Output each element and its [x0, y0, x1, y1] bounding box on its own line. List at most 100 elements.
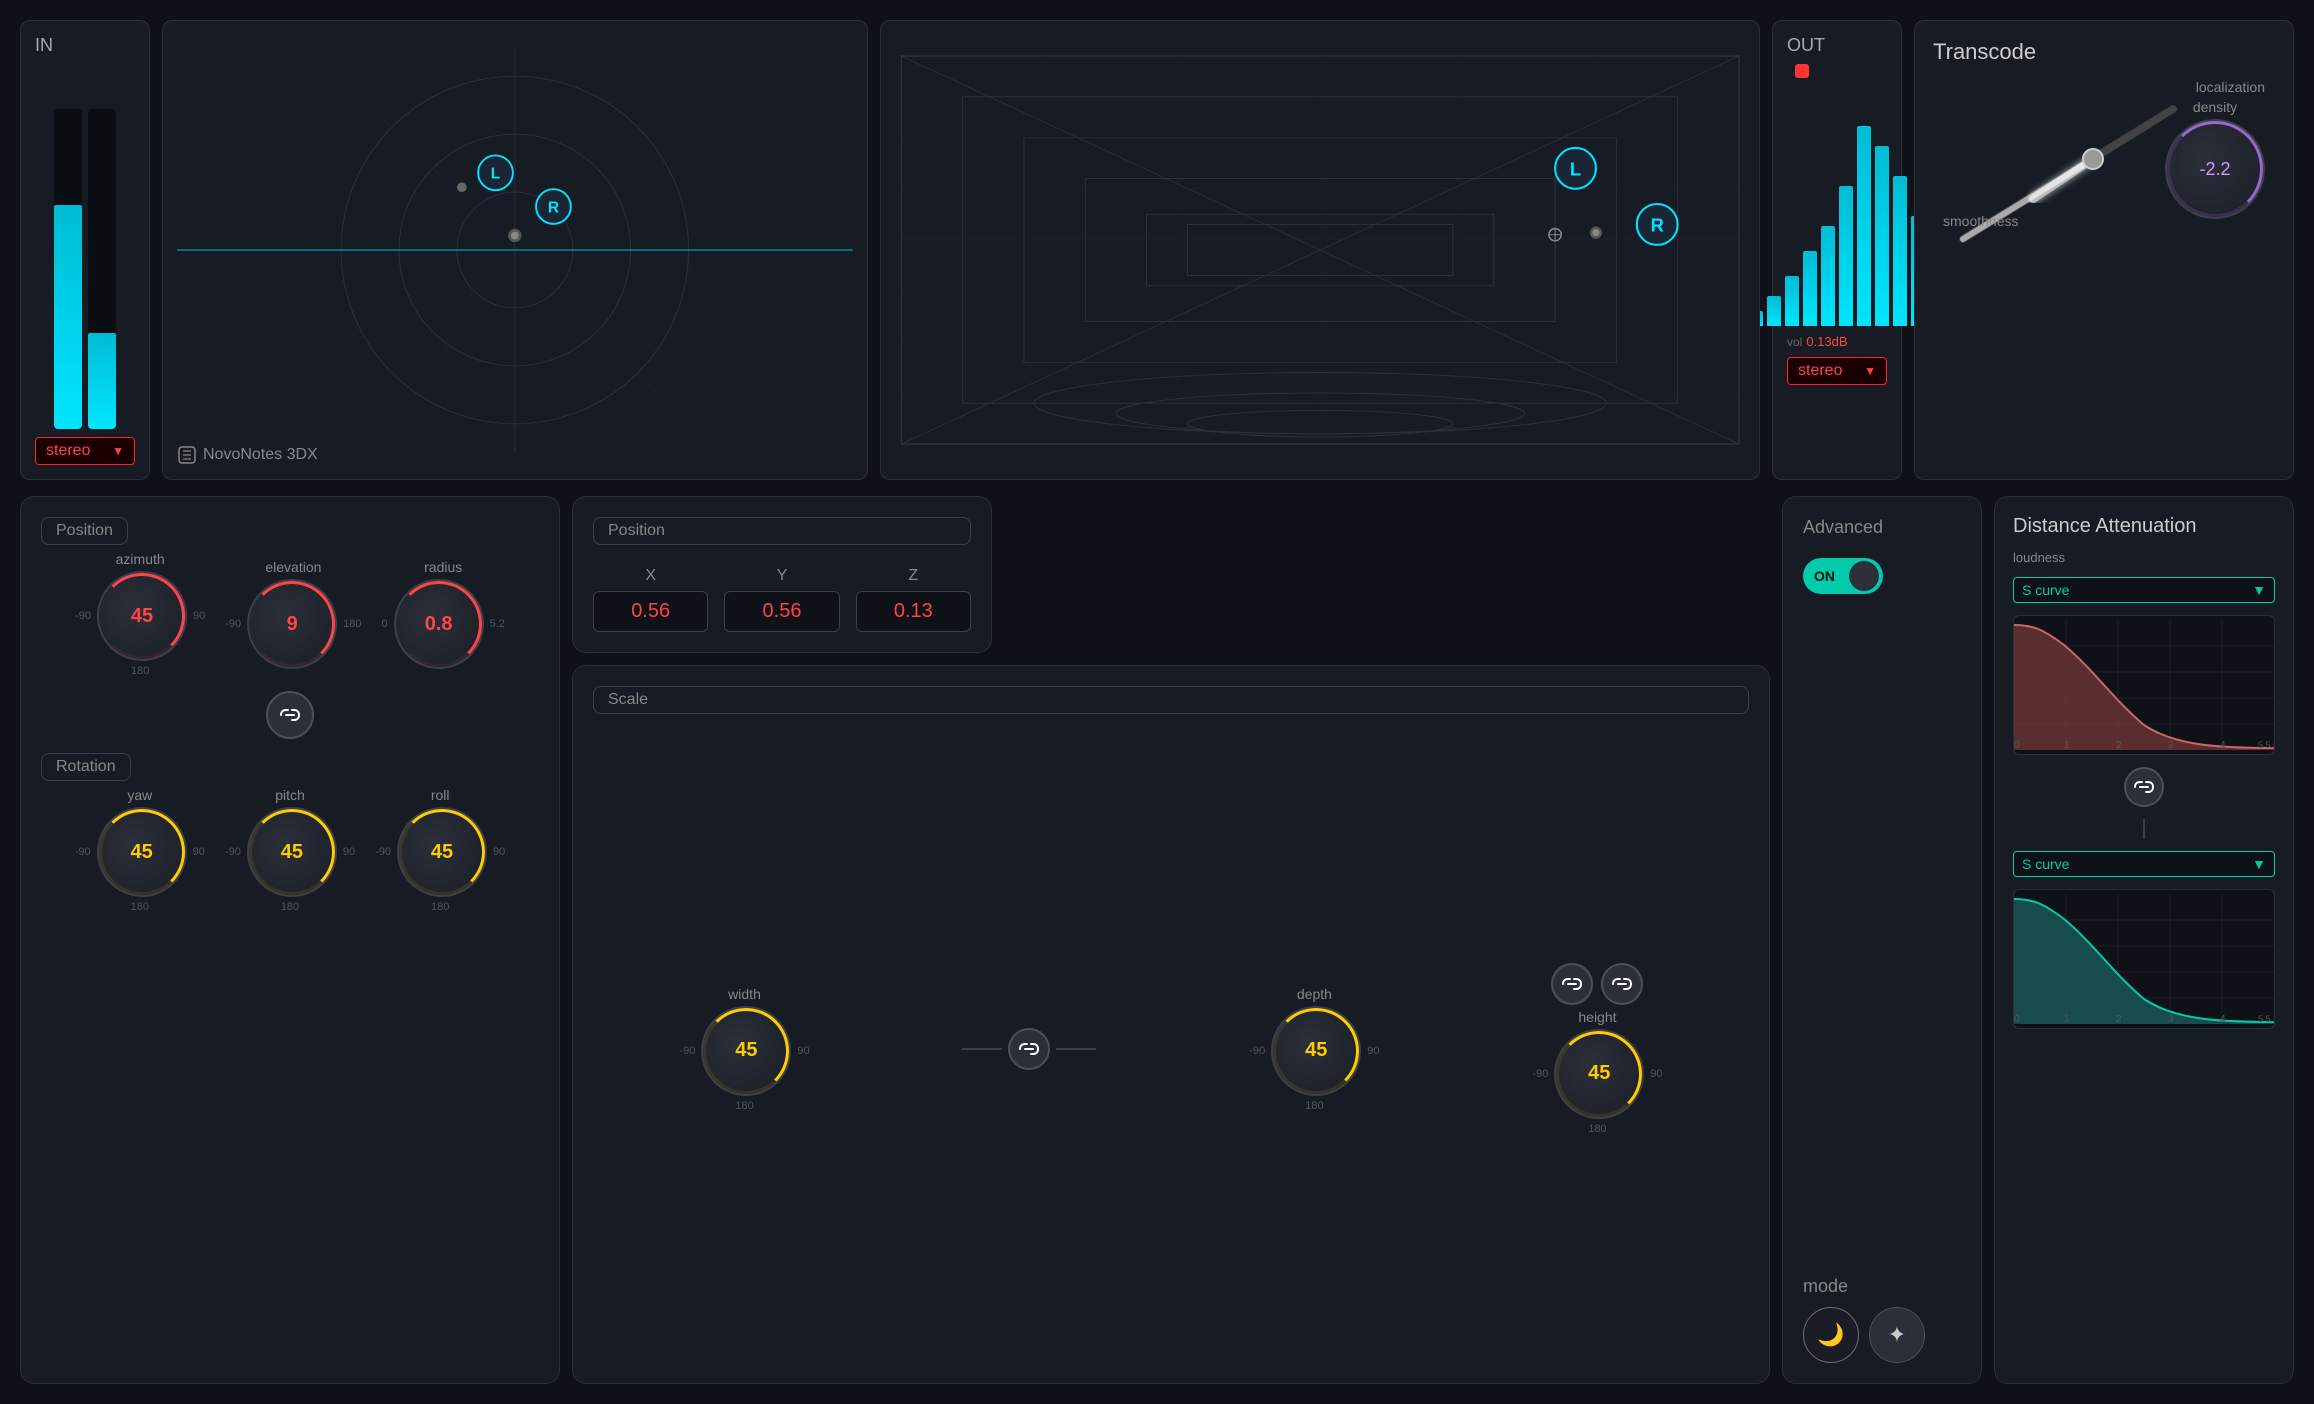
top-curve-dropdown[interactable]: S curve ▼ — [2013, 577, 2275, 603]
out-bar-3 — [1785, 276, 1799, 326]
main-container: IN stereo ▼ — [0, 0, 2314, 1404]
width-depth-link — [962, 1028, 1096, 1070]
link-button-area — [41, 691, 539, 739]
azimuth-knob[interactable]: 45 — [97, 571, 187, 661]
link-button[interactable] — [266, 691, 314, 739]
z-input[interactable]: 0.13 — [856, 591, 971, 632]
charts-link-button[interactable] — [2124, 767, 2164, 807]
width-ring — [703, 1008, 789, 1094]
svg-text:2: 2 — [2116, 1014, 2122, 1025]
svg-text:2: 2 — [2116, 740, 2122, 751]
rotation-section-label: Rotation — [41, 753, 131, 781]
azimuth-group: azimuth -90 45 90 180 — [75, 551, 205, 677]
height-bottom: 180 — [1588, 1123, 1606, 1135]
top-chart-area: 0 1 2 3 4 5 5.2 — [2013, 615, 2275, 755]
width-knob[interactable]: 45 — [701, 1006, 791, 1096]
elevation-ring — [249, 581, 335, 667]
x-field-group: X 0.56 — [593, 567, 708, 632]
y-field-group: Y 0.56 — [724, 567, 839, 632]
pitch-knob-area: -90 45 90 — [225, 807, 355, 897]
smoothness-label: smoothness — [1943, 213, 2018, 229]
width-group: width -90 45 90 180 — [679, 986, 809, 1112]
input-bar-left-fill — [54, 205, 82, 429]
top-curve-label: S curve — [2022, 582, 2069, 598]
svg-text:3: 3 — [2168, 1014, 2174, 1025]
output-format-dropdown[interactable]: stereo ▼ — [1787, 357, 1887, 385]
bottom-curve-dropdown[interactable]: S curve ▼ — [2013, 851, 2275, 877]
yaw-knob-area: -90 45 90 — [75, 807, 205, 897]
xyz-position-panel: Position X 0.56 Y 0.56 — [572, 496, 992, 653]
depth-bottom: 180 — [1305, 1100, 1323, 1112]
pitch-bottom: 180 — [281, 901, 299, 913]
out-bar-7 — [1857, 126, 1871, 326]
x-input[interactable]: 0.56 — [593, 591, 708, 632]
pitch-label: pitch — [275, 787, 305, 803]
azimuth-max: 90 — [193, 610, 205, 622]
input-bar-right-fill — [88, 333, 116, 429]
mode-title: mode — [1803, 1276, 1848, 1296]
loudness-label: loudness — [2013, 550, 2065, 565]
toggle-on-label: ON — [1814, 568, 1835, 584]
height-knob[interactable]: 45 — [1554, 1029, 1644, 1119]
link-line-left — [962, 1048, 1002, 1050]
depth-knob[interactable]: 45 — [1271, 1006, 1361, 1096]
x-label: X — [645, 567, 656, 585]
position-section-label: Position — [41, 517, 128, 545]
output-label: OUT — [1787, 35, 1825, 56]
input-format-label: stereo — [46, 442, 90, 460]
position-knobs-row: azimuth -90 45 90 180 elev — [41, 551, 539, 677]
input-meter-panel: IN stereo ▼ — [20, 20, 150, 480]
mode-buttons: 🌙 ✦ — [1803, 1307, 1961, 1363]
density-knob[interactable]: -2.2 — [2165, 119, 2265, 219]
perspective-svg: L R — [881, 21, 1759, 479]
yaw-bottom: 180 — [131, 901, 149, 913]
depth-label: depth — [1297, 986, 1332, 1002]
input-format-dropdown[interactable]: stereo ▼ — [35, 437, 135, 465]
output-bars-container — [1745, 86, 1929, 326]
pitch-knob[interactable]: 45 — [247, 807, 337, 897]
input-label: IN — [35, 35, 53, 56]
advanced-toggle[interactable]: ON — [1803, 558, 1883, 594]
z-field-group: Z 0.13 — [856, 567, 971, 632]
height-label: height — [1578, 1009, 1616, 1025]
elevation-knob[interactable]: 9 — [247, 579, 337, 669]
input-meter-container — [35, 64, 135, 429]
density-knob-ring — [2167, 121, 2263, 217]
elevation-knob-area: -90 9 180 — [225, 579, 361, 669]
width-label: width — [728, 986, 761, 1002]
dark-mode-button[interactable]: 🌙 — [1803, 1307, 1859, 1363]
pitch-group: pitch -90 45 90 180 — [225, 787, 355, 913]
out-bar-4 — [1803, 251, 1817, 326]
xyz-scale-column: Position X 0.56 Y 0.56 — [572, 496, 1770, 1384]
transcode-title: Transcode — [1933, 39, 2275, 65]
azimuth-min: -90 — [75, 610, 91, 622]
height-link-button[interactable] — [1551, 963, 1593, 1005]
svg-text:0: 0 — [2014, 1014, 2020, 1025]
y-input[interactable]: 0.56 — [724, 591, 839, 632]
distance-attenuation-panel: Distance Attenuation loudness S curve ▼ — [1994, 496, 2294, 1384]
light-mode-button[interactable]: ✦ — [1869, 1307, 1925, 1363]
slider-area: localization — [1933, 79, 2275, 259]
rotation-knobs-row: yaw -90 45 90 180 pitch — [41, 787, 539, 913]
roll-knob[interactable]: 45 — [397, 807, 487, 897]
bottom-curve-arrow: ▼ — [2252, 856, 2266, 872]
svg-text:R: R — [1650, 215, 1663, 236]
position-section: Position azimuth -90 45 90 1 — [41, 517, 539, 677]
radius-knob[interactable]: 0.8 — [394, 579, 484, 669]
vol-label: vol — [1787, 335, 1802, 349]
height-link-button-2[interactable] — [1601, 963, 1643, 1005]
transcode-panel: Transcode localization — [1914, 20, 2294, 480]
yaw-knob[interactable]: 45 — [97, 807, 187, 897]
scale-knobs-area: width -90 45 90 180 — [593, 734, 1749, 1363]
svg-text:1: 1 — [2064, 1014, 2070, 1025]
radius-max: 5.2 — [490, 618, 505, 630]
novonotes-icon — [177, 445, 197, 465]
width-depth-link-button[interactable] — [1008, 1028, 1050, 1070]
novonotes-text: NovoNotes 3DX — [203, 446, 318, 464]
pitch-ring — [249, 809, 335, 895]
elevation-group: elevation -90 9 180 — [225, 559, 361, 669]
pitch-max: 90 — [343, 846, 355, 858]
roll-ring — [399, 809, 485, 895]
x-value: 0.56 — [631, 600, 670, 622]
roll-max: 90 — [493, 846, 505, 858]
